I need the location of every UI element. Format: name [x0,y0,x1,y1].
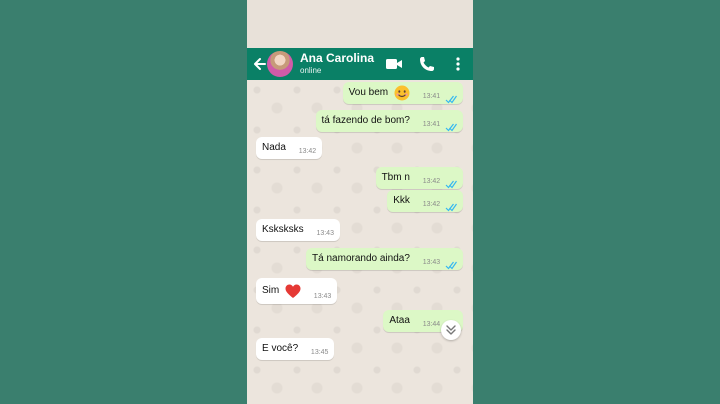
double-check-read-icon [445,95,457,104]
message-bubble-incoming[interactable]: Ksksksks 13:43 [256,219,340,241]
message-text: Nada [262,142,286,153]
message-text: Tbm n [381,172,410,183]
video-call-icon[interactable] [384,54,404,74]
double-check-read-icon [445,203,457,212]
message-text: Sim [262,285,280,296]
message-bubble-outgoing[interactable]: Kkk 13:42 [387,190,463,212]
chat-header: Ana Carolina online [247,48,473,80]
message-text: Ataa [389,315,410,326]
double-chevron-down-icon [446,325,456,335]
smiling-face-emoji [394,85,410,101]
message-time: 13:41 [422,92,441,100]
message-time: 13:43 [422,258,441,266]
message-time: 13:42 [298,147,317,155]
back-arrow-icon[interactable] [253,55,267,73]
message-text: E você? [262,343,299,354]
scroll-to-bottom-button[interactable] [441,320,461,340]
message-time: 13:44 [422,320,441,328]
double-check-read-icon [445,180,457,189]
contact-avatar[interactable] [267,51,293,77]
double-check-read-icon [445,261,457,270]
phone-icon[interactable] [417,54,437,74]
message-bubble-outgoing[interactable]: Tá namorando ainda? 13:43 [306,248,463,270]
message-time: 13:42 [422,177,441,185]
message-bubble-incoming[interactable]: E você? 13:45 [256,338,335,360]
message-time: 13:43 [313,292,332,300]
message-time: 13:45 [310,348,329,356]
message-list[interactable]: Vou bem 13:41 tá fazendo de bom? 13:41 N… [247,80,473,404]
message-text: Tá namorando ainda? [312,253,410,264]
double-check-read-icon [445,123,457,132]
red-heart-emoji [285,284,301,298]
message-text: tá fazendo de bom? [321,115,410,126]
more-vertical-icon[interactable] [448,54,468,74]
contact-status: online [300,66,322,75]
message-bubble-outgoing[interactable]: Vou bem 13:41 [342,82,463,104]
message-bubble-outgoing[interactable]: Tbm n 13:42 [375,167,463,189]
contact-name[interactable]: Ana Carolina [300,51,374,65]
message-bubble-incoming[interactable]: Nada 13:42 [256,137,323,159]
message-time: 13:43 [316,229,334,237]
message-text: Vou bem [348,87,389,98]
message-time: 13:41 [422,120,441,128]
message-bubble-incoming[interactable]: Sim 13:43 [256,278,338,304]
message-text: Ksksksks [262,224,304,235]
phone-screen: Ana Carolina online Vou bem 13:41 tá faz… [247,0,473,404]
message-time: 13:42 [422,200,441,208]
status-bar-area [247,0,473,48]
message-bubble-outgoing[interactable]: tá fazendo de bom? 13:41 [315,110,463,132]
message-text: Kkk [393,195,410,206]
